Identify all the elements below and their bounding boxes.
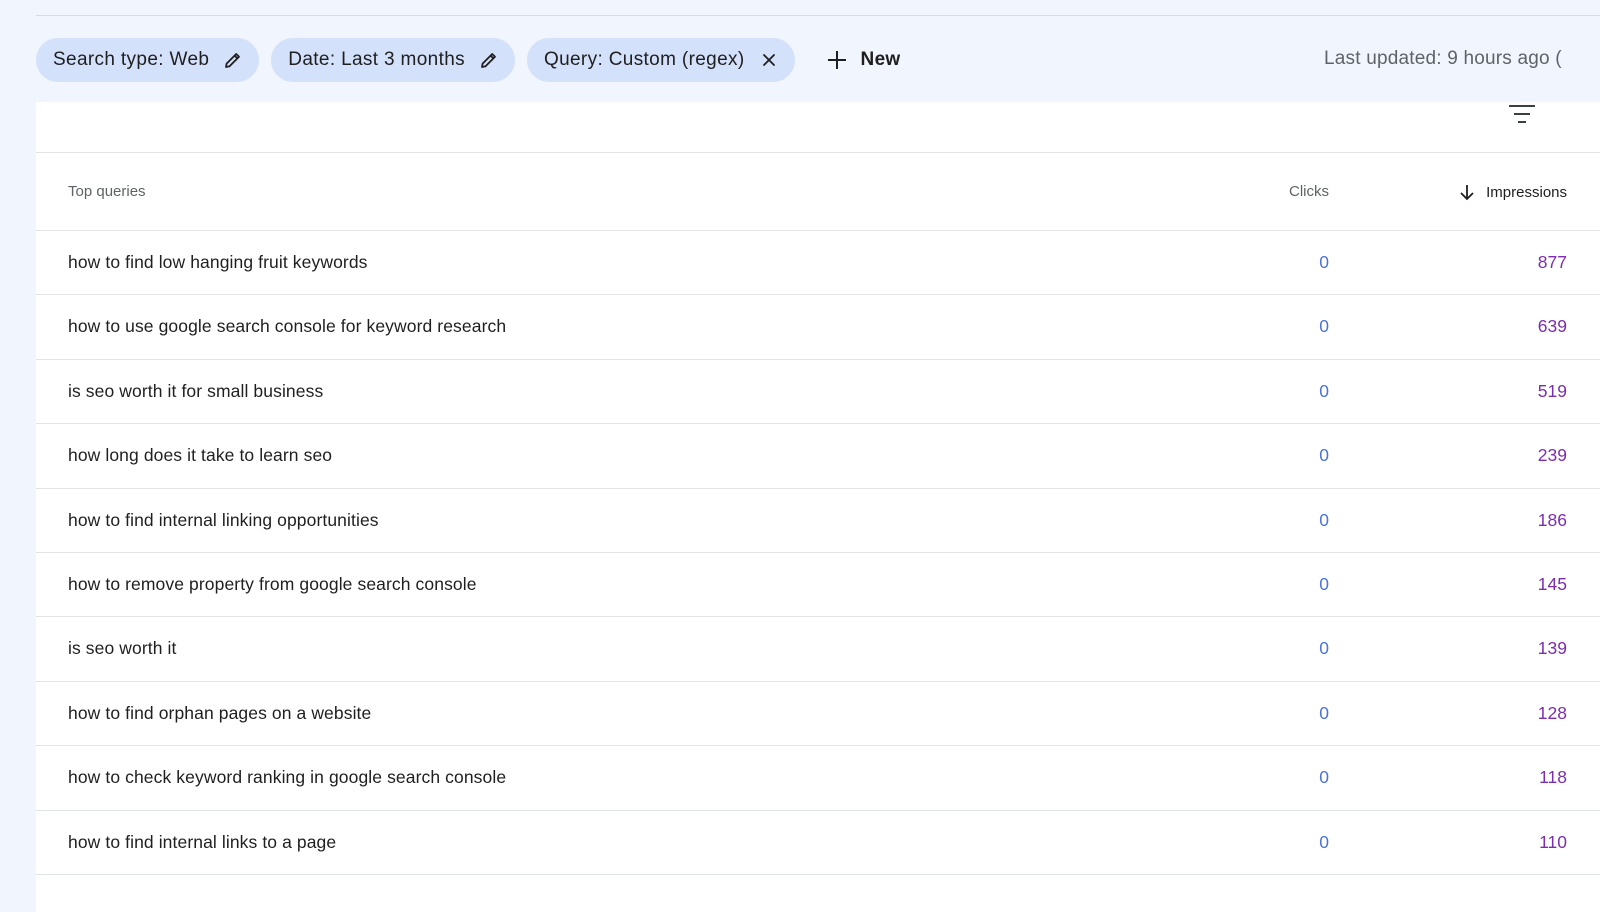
impressions-cell: 118 <box>1539 767 1567 788</box>
table-row[interactable]: how to check keyword ranking in google s… <box>36 746 1600 811</box>
query-cell: is seo worth it for small business <box>68 380 324 401</box>
query-cell: is seo worth it <box>68 638 177 659</box>
new-filter-button[interactable]: New <box>811 38 913 82</box>
filter-chip-label: Date: Last 3 months <box>288 49 465 70</box>
table-header-row: Top queries Clicks Impressions <box>36 153 1600 231</box>
table-row[interactable]: how to find orphan pages on a website 0 … <box>36 682 1600 747</box>
filter-bar: Search type: Web Date: Last 3 months Que… <box>36 38 913 82</box>
clicks-cell: 0 <box>1319 573 1329 594</box>
pencil-icon[interactable] <box>223 50 243 70</box>
column-header-impressions-label: Impressions <box>1486 183 1567 201</box>
clicks-cell: 0 <box>1319 831 1329 852</box>
table-row[interactable]: is seo worth it for small business 0 519 <box>36 360 1600 425</box>
impressions-cell: 145 <box>1537 573 1567 594</box>
impressions-cell: 639 <box>1537 316 1567 337</box>
pencil-icon[interactable] <box>479 50 499 70</box>
query-cell: how long does it take to learn seo <box>68 445 333 466</box>
queries-table-card: Top queries Clicks Impressions how to fi… <box>36 102 1600 912</box>
column-header-clicks[interactable]: Clicks <box>1289 183 1329 200</box>
query-cell: how to check keyword ranking in google s… <box>68 767 507 788</box>
table-row[interactable]: how to remove property from google searc… <box>36 553 1600 618</box>
query-cell: how to find low hanging fruit keywords <box>68 252 368 272</box>
query-cell: how to find orphan pages on a website <box>68 702 372 723</box>
query-cell: how to find internal linking opportuniti… <box>68 509 379 530</box>
query-cell: how to find internal links to a page <box>68 831 337 852</box>
close-icon[interactable] <box>759 50 779 70</box>
clicks-cell: 0 <box>1319 767 1329 788</box>
impressions-cell: 186 <box>1537 509 1567 530</box>
filter-chip-search-type[interactable]: Search type: Web <box>36 38 260 82</box>
plus-icon <box>825 48 849 72</box>
impressions-cell: 239 <box>1537 445 1567 466</box>
table-row[interactable]: how long does it take to learn seo 0 239 <box>36 424 1600 489</box>
query-cell: how to remove property from google searc… <box>68 573 477 594</box>
clicks-cell: 0 <box>1319 638 1329 659</box>
clicks-cell: 0 <box>1319 702 1329 723</box>
arrow-down-icon <box>1458 183 1476 201</box>
impressions-cell: 139 <box>1537 638 1567 659</box>
column-header-top-queries[interactable]: Top queries <box>68 183 146 200</box>
filter-chip-label: Search type: Web <box>53 49 210 70</box>
clicks-cell: 0 <box>1319 445 1329 466</box>
query-cell: how to use google search console for key… <box>68 316 507 337</box>
impressions-cell: 128 <box>1537 702 1567 723</box>
filter-rows-icon[interactable] <box>1506 102 1538 128</box>
table-row[interactable]: how to use google search console for key… <box>36 295 1600 360</box>
top-divider <box>36 15 1600 16</box>
column-header-impressions[interactable]: Impressions <box>1458 183 1567 201</box>
table-row[interactable]: how to find internal linking opportuniti… <box>36 489 1600 553</box>
filter-chip-query[interactable]: Query: Custom (regex) <box>526 38 795 82</box>
filter-chip-date[interactable]: Date: Last 3 months <box>271 38 515 82</box>
last-updated-text: Last updated: 9 hours ago ( <box>1324 48 1562 69</box>
impressions-cell: 877 <box>1537 252 1567 272</box>
clicks-cell: 0 <box>1319 252 1329 272</box>
filter-chip-label: Query: Custom (regex) <box>543 49 745 70</box>
table-toolbar <box>36 102 1600 153</box>
table-row[interactable]: how to find internal links to a page 0 1… <box>36 811 1600 875</box>
new-filter-label: New <box>860 49 901 70</box>
clicks-cell: 0 <box>1319 509 1329 530</box>
table-row[interactable]: how to find low hanging fruit keywords 0… <box>36 231 1600 296</box>
clicks-cell: 0 <box>1319 380 1329 401</box>
impressions-cell: 519 <box>1537 380 1567 401</box>
table-row[interactable]: is seo worth it 0 139 <box>36 617 1600 682</box>
clicks-cell: 0 <box>1319 316 1329 337</box>
impressions-cell: 110 <box>1539 831 1567 852</box>
